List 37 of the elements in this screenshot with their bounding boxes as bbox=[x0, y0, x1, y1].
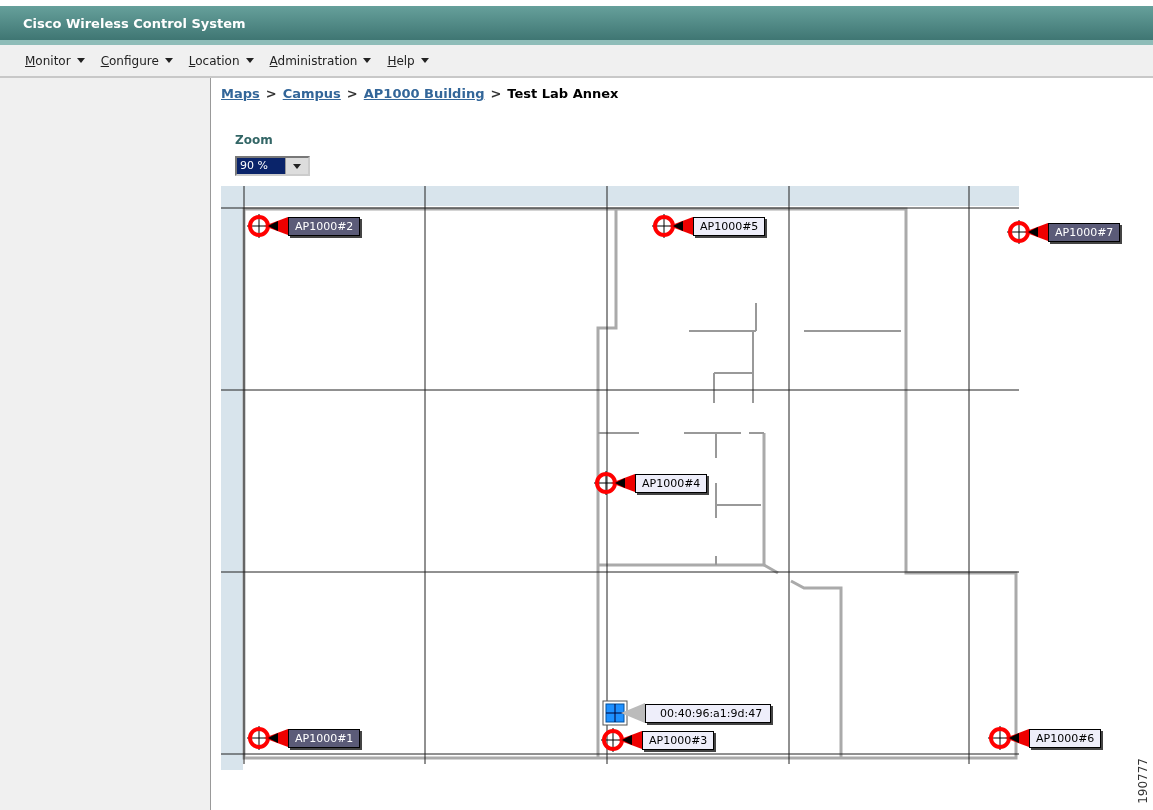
access-point-icon[interactable] bbox=[246, 213, 288, 239]
menu-item[interactable]: Monitor bbox=[25, 53, 85, 68]
breadcrumb-link[interactable]: Campus bbox=[282, 86, 341, 101]
access-point-icon[interactable] bbox=[1006, 219, 1048, 245]
access-point-label[interactable]: AP1000#2 bbox=[288, 216, 361, 236]
breadcrumb-link[interactable]: AP1000 Building bbox=[363, 86, 485, 101]
menu-item[interactable]: Help bbox=[387, 53, 429, 68]
figure-number: 190777 bbox=[1136, 758, 1150, 804]
access-point-label[interactable]: AP1000#7 bbox=[1048, 222, 1121, 242]
zoom-select[interactable]: 90 % bbox=[235, 156, 310, 176]
menu-item[interactable]: Configure bbox=[100, 53, 173, 68]
zoom-label: Zoom bbox=[235, 133, 274, 147]
caret-icon bbox=[293, 163, 301, 169]
breadcrumb-link[interactable]: Maps bbox=[221, 86, 260, 101]
access-point-icon[interactable] bbox=[987, 725, 1029, 751]
access-point-label[interactable]: AP1000#5 bbox=[693, 216, 766, 236]
window-title: Cisco Wireless Control System bbox=[23, 15, 246, 31]
access-point-label[interactable]: AP1000#3 bbox=[642, 730, 715, 750]
client-icon[interactable] bbox=[601, 700, 645, 726]
caret-icon bbox=[363, 58, 372, 63]
access-point-icon[interactable] bbox=[593, 470, 635, 496]
menu-item[interactable]: Location bbox=[188, 53, 254, 68]
access-point-label[interactable]: AP1000#1 bbox=[288, 728, 361, 748]
caret-icon bbox=[164, 58, 173, 63]
breadcrumb-current: Test Lab Annex bbox=[507, 86, 619, 101]
access-point-icon[interactable] bbox=[651, 213, 693, 239]
access-point-label[interactable]: AP1000#4 bbox=[635, 473, 708, 493]
menu-item[interactable]: Administration bbox=[269, 53, 372, 68]
breadcrumb-separator: > bbox=[346, 86, 358, 101]
caret-icon bbox=[420, 58, 429, 63]
access-point-icon[interactable] bbox=[600, 727, 642, 753]
access-point-icon[interactable] bbox=[246, 725, 288, 751]
caret-icon bbox=[76, 58, 85, 63]
caret-icon bbox=[245, 58, 254, 63]
breadcrumb-separator: > bbox=[265, 86, 277, 101]
access-point-label[interactable]: AP1000#6 bbox=[1029, 728, 1102, 748]
breadcrumb-separator: > bbox=[490, 86, 502, 101]
